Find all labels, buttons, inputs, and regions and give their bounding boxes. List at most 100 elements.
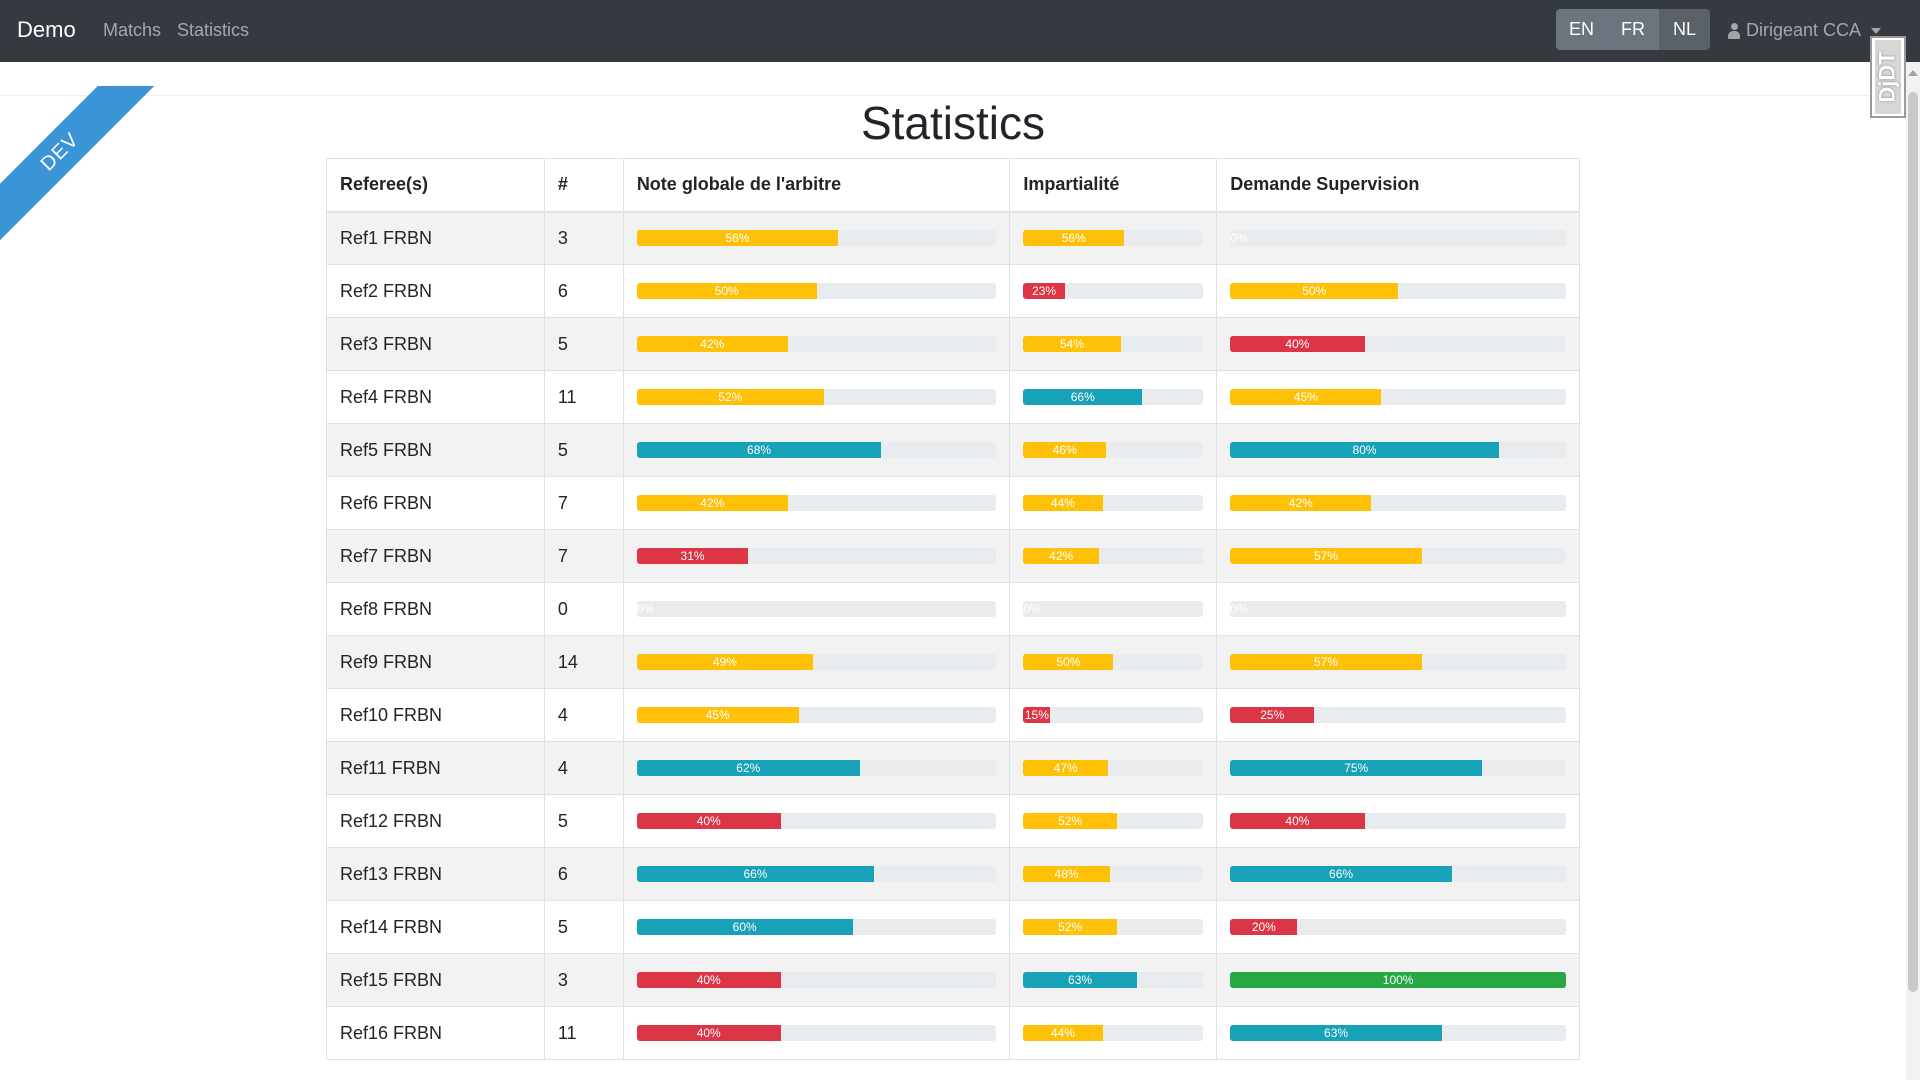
match-count-cell: 5 (543, 900, 624, 954)
match-count-cell: 6 (543, 847, 624, 901)
note-globale-cell: 68% (622, 423, 1011, 477)
table-row: Ref11 FRBN 4 62% 47% 75% (326, 741, 1580, 795)
nav-link-statistics[interactable]: Statistics (177, 20, 249, 41)
impartialite-cell: 46% (1009, 423, 1218, 477)
debug-toolbar-label: DjDT (1875, 51, 1901, 103)
env-ribbon: DEV (0, 86, 160, 246)
page-scrollbar[interactable] (1906, 62, 1920, 1080)
table-row: Ref9 FRBN 14 49% 50% 57% (326, 635, 1580, 689)
demande-supervision-progress: 25% (1230, 707, 1566, 723)
impartialite-cell: 56% (1009, 211, 1218, 265)
referee-name-cell: Ref11 FRBN (326, 741, 545, 795)
demande-supervision-progress-bar: 20% (1230, 919, 1298, 935)
table-row: Ref13 FRBN 6 66% 48% 66% (326, 847, 1580, 901)
demande-supervision-cell: 80% (1216, 423, 1580, 477)
impartialite-progress-bar: 47% (1023, 760, 1108, 776)
impartialite-cell: 47% (1009, 741, 1218, 795)
impartialite-progress-bar: 54% (1023, 336, 1121, 352)
demande-supervision-progress-bar: 66% (1230, 866, 1452, 882)
demande-supervision-progress: 80% (1230, 442, 1566, 458)
header-count: # (543, 158, 624, 213)
impartialite-cell: 23% (1009, 264, 1218, 318)
table-header-row: Referee(s) # Note globale de l'arbitre I… (326, 158, 1580, 213)
impartialite-progress-bar: 52% (1023, 813, 1117, 829)
note-globale-cell: 52% (622, 370, 1011, 424)
referee-name-cell: Ref12 FRBN (326, 794, 545, 848)
match-count-cell: 7 (543, 476, 624, 530)
impartialite-cell: 42% (1009, 529, 1218, 583)
note-globale-progress: 0% (636, 601, 997, 617)
referee-name-cell: Ref14 FRBN (326, 900, 545, 954)
impartialite-progress: 66% (1023, 389, 1204, 405)
note-globale-progress: 49% (636, 654, 997, 670)
lang-button-en[interactable]: EN (1556, 9, 1607, 50)
demande-supervision-progress: 40% (1230, 813, 1566, 829)
impartialite-progress: 54% (1023, 336, 1204, 352)
scroll-up-arrow-icon[interactable] (1908, 70, 1918, 76)
impartialite-progress-bar: 56% (1023, 230, 1125, 247)
nav-link-matchs[interactable]: Matchs (103, 20, 161, 41)
page-title: Statistics (860, 97, 1046, 149)
demande-supervision-cell: 45% (1216, 370, 1580, 424)
demande-supervision-cell: 40% (1216, 794, 1580, 848)
demande-supervision-progress: 63% (1230, 1025, 1566, 1041)
brand-link[interactable]: Demo (17, 17, 76, 43)
impartialite-progress: 44% (1023, 495, 1204, 511)
demande-supervision-progress: 40% (1230, 336, 1566, 352)
note-globale-progress-bar: 62% (636, 760, 860, 776)
note-globale-progress: 40% (636, 1025, 997, 1041)
scrollbar-thumb[interactable] (1908, 92, 1918, 992)
note-globale-progress: 56% (636, 230, 997, 247)
demande-supervision-progress-bar: 80% (1230, 442, 1499, 458)
demande-supervision-progress-bar: 50% (1230, 283, 1399, 299)
header-demande-supervision: Demande Supervision (1216, 158, 1580, 213)
note-globale-progress: 66% (636, 866, 997, 882)
demande-supervision-progress-bar: 63% (1230, 1025, 1442, 1041)
note-globale-progress: 42% (636, 336, 997, 352)
impartialite-progress: 44% (1023, 1025, 1204, 1041)
impartialite-progress-bar: 42% (1023, 548, 1099, 564)
impartialite-progress-bar: 52% (1023, 919, 1117, 935)
table-row: Ref15 FRBN 3 40% 63% 100% (326, 953, 1580, 1007)
note-globale-progress: 68% (636, 442, 997, 458)
impartialite-cell: 48% (1009, 847, 1218, 901)
impartialite-progress: 47% (1023, 760, 1204, 776)
impartialite-progress-bar: 23% (1023, 283, 1065, 299)
demande-supervision-progress: 45% (1230, 389, 1566, 405)
demande-supervision-progress-bar: 40% (1230, 336, 1365, 352)
user-name: Dirigeant CCA (1746, 20, 1862, 40)
demande-supervision-cell: 100% (1216, 953, 1580, 1007)
note-globale-cell: 60% (622, 900, 1011, 954)
impartialite-progress: 46% (1023, 442, 1204, 458)
user-menu-dropdown[interactable]: Dirigeant CCA (1728, 20, 1882, 41)
impartialite-progress: 56% (1023, 230, 1204, 247)
impartialite-progress: 23% (1023, 283, 1204, 299)
referee-name-cell: Ref7 FRBN (326, 529, 545, 583)
user-icon (1728, 22, 1740, 39)
referee-name-cell: Ref3 FRBN (326, 317, 545, 371)
impartialite-progress-bar: 66% (1023, 389, 1143, 405)
lang-button-nl[interactable]: NL (1659, 9, 1710, 50)
demande-supervision-cell: 0% (1216, 582, 1580, 636)
note-globale-progress-bar: 56% (636, 230, 839, 247)
lang-button-fr[interactable]: FR (1607, 9, 1659, 50)
impartialite-cell: 50% (1009, 635, 1218, 689)
note-globale-progress: 50% (636, 283, 997, 299)
demande-supervision-cell: 57% (1216, 529, 1580, 583)
debug-toolbar-handle[interactable]: DjDT (1870, 36, 1906, 118)
demande-supervision-cell: 0% (1216, 211, 1580, 265)
impartialite-progress-bar: 44% (1023, 1025, 1103, 1041)
note-globale-progress-bar: 42% (636, 336, 788, 352)
impartialite-progress-bar: 63% (1023, 972, 1137, 988)
statistics-table: Referee(s) # Note globale de l'arbitre I… (326, 158, 1580, 1060)
impartialite-progress-bar: 44% (1023, 495, 1103, 511)
match-count-cell: 4 (543, 688, 624, 742)
note-globale-progress-bar: 50% (636, 283, 817, 299)
note-globale-cell: 31% (622, 529, 1011, 583)
note-globale-cell: 40% (622, 1006, 1011, 1060)
demande-supervision-cell: 20% (1216, 900, 1580, 954)
note-globale-progress: 42% (636, 495, 997, 511)
note-globale-progress: 62% (636, 760, 997, 776)
note-globale-cell: 0% (622, 582, 1011, 636)
note-globale-progress-bar: 40% (636, 813, 781, 829)
